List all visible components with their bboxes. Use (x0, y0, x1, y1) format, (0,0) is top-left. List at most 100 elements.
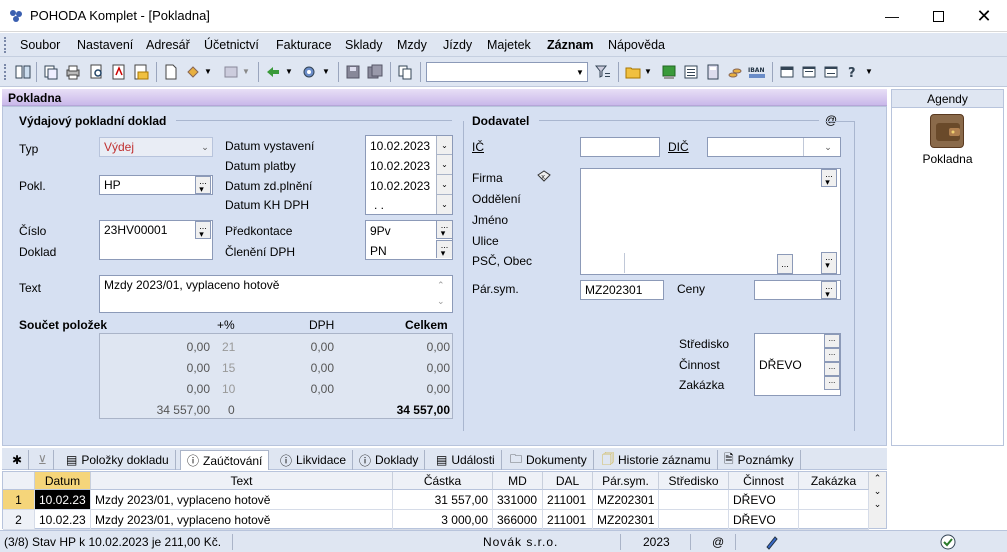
tab-zauctovani[interactable]: ⓘ Zaúčtování (180, 450, 270, 470)
grid-header-datum[interactable]: Datum (35, 472, 91, 490)
calendar-dropdown-icon[interactable]: ⌄ (436, 155, 452, 175)
scroll-down-icon[interactable]: ⌄ (874, 499, 882, 509)
grid-scrollbar[interactable]: ⌃ ⌄ ⌄ (869, 472, 886, 528)
cell-castka[interactable]: 3 000,00 (393, 510, 493, 530)
tab-udalosti[interactable]: ▤ Události (430, 450, 502, 470)
cell-zakazka[interactable] (799, 490, 869, 510)
grid-header-text[interactable]: Text (91, 472, 393, 490)
agendy-item-pokladna[interactable]: Pokladna (892, 152, 1003, 166)
cislo-lookup-button[interactable]: ... ▾ (195, 221, 211, 239)
wallet-icon[interactable] (930, 114, 964, 148)
close-button[interactable]: ✕ (961, 0, 1007, 32)
cell-datum[interactable]: 10.02.23 (35, 490, 91, 510)
print-icon[interactable] (64, 63, 82, 81)
window-tile-icon[interactable] (822, 63, 840, 81)
cell-castka[interactable]: 31 557,00 (393, 490, 493, 510)
tab-filter[interactable]: ⊻ (32, 450, 54, 470)
zakazka-lookup-button[interactable]: ... (824, 376, 840, 390)
print-preview-icon[interactable] (88, 63, 106, 81)
email-pdf-icon[interactable] (132, 63, 150, 81)
save-all-icon[interactable] (366, 63, 384, 81)
stredisko-lookup-button[interactable]: ... (824, 334, 840, 348)
menu-mzdy[interactable]: Mzdy (397, 38, 427, 52)
settings-gear-icon[interactable] (300, 63, 318, 81)
quick-search-combo[interactable]: ▼ (426, 62, 588, 82)
panel-toggle-icon[interactable] (14, 63, 32, 81)
minimize-button[interactable]: — (869, 0, 915, 32)
tab-historie[interactable]: 🗍 Historie záznamu (596, 450, 718, 470)
address-field[interactable] (580, 168, 841, 275)
menu-soubor[interactable]: Soubor (20, 38, 60, 52)
help-dropdown-icon[interactable]: ▼ (865, 67, 873, 76)
cell-datum[interactable]: 10.02.23 (35, 510, 91, 530)
ic-label[interactable]: IČ (472, 140, 484, 154)
grid-header-zakazka[interactable]: Zakázka (799, 472, 869, 490)
menu-jizdy[interactable]: Jízdy (443, 38, 472, 52)
ok-check-icon[interactable] (940, 534, 956, 552)
cinnost-field[interactable]: DŘEVO (759, 358, 802, 372)
calendar-dropdown-icon[interactable]: ⌄ (436, 175, 452, 195)
scroll-up-icon[interactable]: ⌃ (874, 473, 882, 483)
table-row[interactable]: 2 10.02.23 Mzdy 2023/01, vyplaceno hotov… (3, 510, 869, 530)
pdf-icon[interactable] (110, 63, 128, 81)
menu-adresar[interactable]: Adresář (146, 38, 190, 52)
menu-zaznam[interactable]: Záznam (547, 38, 594, 52)
new-record-icon[interactable] (162, 63, 180, 81)
copy-record-icon[interactable] (42, 63, 60, 81)
cell-text[interactable]: Mzdy 2023/01, vyplaceno hotově (91, 510, 393, 530)
coins-icon[interactable] (726, 63, 744, 81)
tab-star[interactable]: ✱ (6, 450, 30, 470)
menu-nastaveni[interactable]: Nastavení (77, 38, 133, 52)
psc-lookup-button[interactable]: ... ▾ (821, 252, 837, 274)
ic-field[interactable] (580, 137, 660, 157)
window-split-icon[interactable] (800, 63, 818, 81)
cell-parsym[interactable]: MZ202301 (593, 490, 659, 510)
tab-doklady[interactable]: ⓘ Doklady (353, 450, 426, 470)
datum-kh-field[interactable]: . . (374, 198, 384, 212)
fill-dropdown-icon[interactable]: ▼ (204, 67, 212, 76)
parsym-field[interactable]: MZ202301 (580, 280, 664, 300)
menu-fakturace[interactable]: Fakturace (276, 38, 332, 52)
address-book-icon[interactable]: x (536, 169, 552, 188)
grid-header-castka[interactable]: Částka (393, 472, 493, 490)
filter-icon[interactable] (594, 63, 612, 81)
obec-lookup-button[interactable]: ... (777, 254, 793, 274)
grid-header-dal[interactable]: DAL (543, 472, 593, 490)
duplicate-icon[interactable] (396, 63, 414, 81)
eet-icon[interactable] (660, 63, 678, 81)
cell-cinnost[interactable]: DŘEVO (729, 490, 799, 510)
cell-cinnost[interactable]: DŘEVO (729, 510, 799, 530)
cell-dal[interactable]: 211001 (543, 510, 593, 530)
calendar-dropdown-icon[interactable]: ⌄ (436, 136, 452, 155)
save-icon[interactable] (344, 63, 362, 81)
list-icon[interactable] (682, 63, 700, 81)
pen-icon[interactable] (764, 534, 780, 552)
dic-label[interactable]: DIČ (668, 140, 689, 154)
grid-header-cinnost[interactable]: Činnost (729, 472, 799, 490)
datum-vystaveni-field[interactable]: 10.02.2023 (370, 139, 430, 153)
tab-likvidace[interactable]: ⓘ Likvidace (274, 450, 354, 470)
cinnost-lookup-button[interactable]: ... (824, 348, 840, 362)
window-layout-icon[interactable] (778, 63, 796, 81)
text-field[interactable]: Mzdy 2023/01, vyplaceno hotově (99, 275, 453, 313)
back-arrow-icon[interactable] (264, 63, 282, 81)
grid-header-parsym[interactable]: Pár.sym. (593, 472, 659, 490)
tab-poznamky[interactable]: 🗎 Poznámky (718, 450, 801, 470)
cell-stredisko[interactable] (659, 490, 729, 510)
grid-dropdown-icon[interactable]: ▼ (242, 67, 250, 76)
cell-md[interactable]: 331000 (493, 490, 543, 510)
address-lookup-button[interactable]: ... ▾ (821, 169, 837, 187)
help-icon[interactable]: ? (844, 63, 862, 81)
typ-select[interactable]: Výdej (99, 137, 213, 157)
predkontace-field[interactable]: 9Pv (370, 224, 391, 238)
menu-ucetnictvi[interactable]: Účetnictví (204, 38, 259, 52)
back-dropdown-icon[interactable]: ▼ (285, 67, 293, 76)
cell-text[interactable]: Mzdy 2023/01, vyplaceno hotově (91, 490, 393, 510)
tab-dokumenty[interactable]: 🗀 Dokumenty (504, 450, 594, 470)
predkontace-lookup-button[interactable]: ... ▾ (436, 221, 452, 239)
cleneni-field[interactable]: PN (370, 244, 387, 258)
datum-zd-field[interactable]: 10.02.2023 (370, 179, 430, 193)
tab-polozky[interactable]: ▤ Položky dokladu (60, 450, 176, 470)
text-scroll-icon[interactable]: ⌃ ⌄ (437, 277, 445, 309)
cell-stredisko[interactable] (659, 510, 729, 530)
